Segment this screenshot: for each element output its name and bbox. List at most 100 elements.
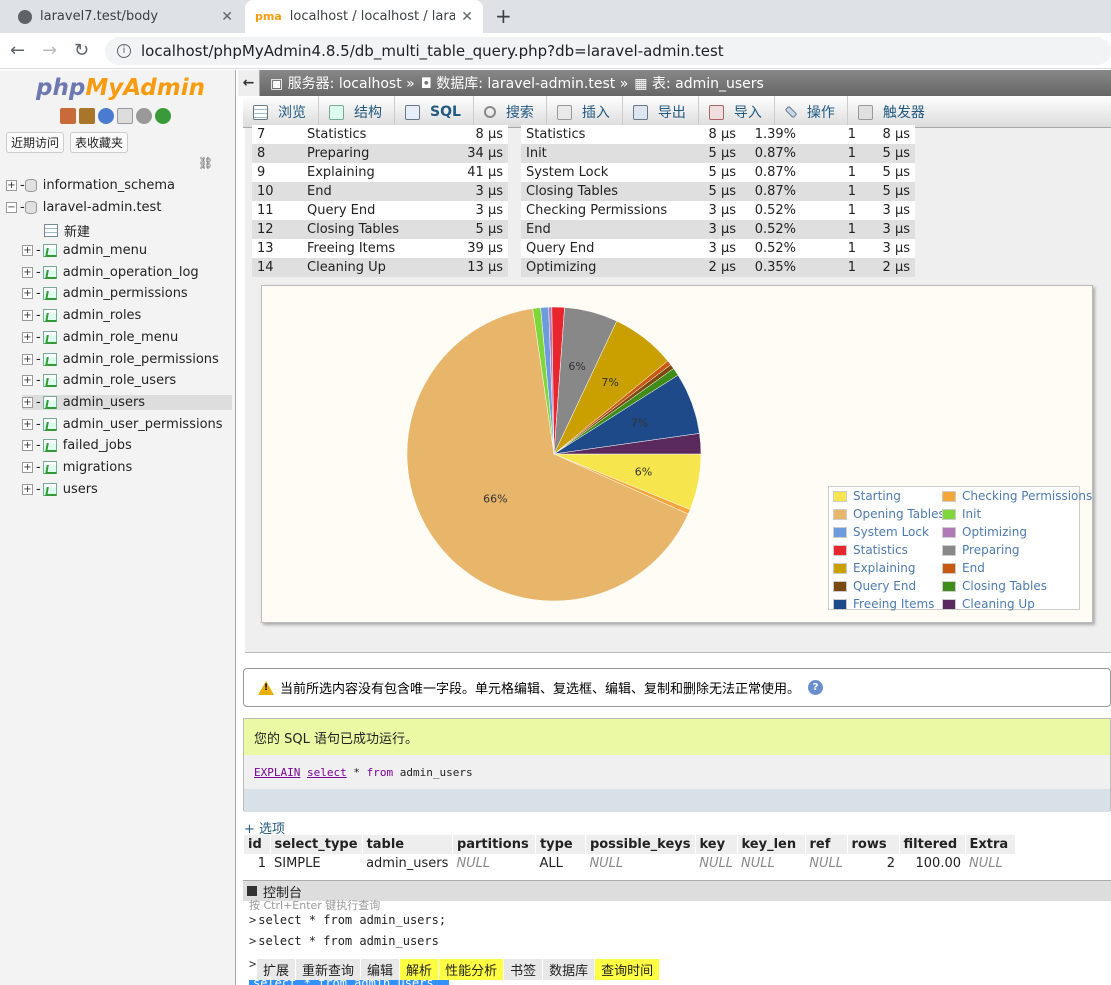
- legend-item[interactable]: Freeing Items: [833, 597, 934, 611]
- legend-item[interactable]: Opening Tables: [833, 507, 945, 521]
- logout-icon[interactable]: [79, 108, 95, 124]
- column-header[interactable]: Extra: [965, 835, 1016, 854]
- console-selected-query[interactable]: select * from admin_users: [249, 976, 449, 985]
- expand-icon[interactable]: +: [22, 353, 33, 365]
- table-item-admin-operation-log[interactable]: + - admin_operation_log: [22, 265, 232, 280]
- tab-structure[interactable]: 结构: [319, 96, 395, 128]
- url-field[interactable]: i localhost/phpMyAdmin4.8.5/db_multi_tab…: [105, 37, 1111, 65]
- console-action[interactable]: 数据库: [543, 959, 596, 980]
- column-header[interactable]: rows: [847, 835, 900, 854]
- column-header[interactable]: type: [535, 835, 586, 854]
- sql-keyword[interactable]: EXPLAIN: [254, 766, 300, 779]
- sql-keyword[interactable]: select: [307, 766, 347, 779]
- refresh-icon[interactable]: [155, 108, 171, 124]
- legend-item[interactable]: Closing Tables: [942, 579, 1047, 593]
- expand-icon[interactable]: +: [22, 396, 33, 408]
- tab-search[interactable]: 搜索: [474, 96, 547, 128]
- legend-item[interactable]: Optimizing: [942, 525, 1027, 539]
- legend-item[interactable]: Explaining: [833, 561, 915, 575]
- tab-operations[interactable]: 操作: [775, 96, 848, 128]
- table-item-failed-jobs[interactable]: + - failed_jobs: [22, 438, 232, 453]
- legend-item[interactable]: Init: [942, 507, 981, 521]
- expand-icon[interactable]: +: [22, 483, 33, 495]
- console-action[interactable]: 书签: [504, 959, 544, 980]
- table-item-migrations[interactable]: + - migrations: [22, 460, 232, 475]
- gear-icon[interactable]: [136, 108, 152, 124]
- recent-button[interactable]: 近期访问: [6, 132, 65, 153]
- link-icon[interactable]: ⛓: [198, 156, 213, 170]
- column-header[interactable]: select_type: [270, 835, 363, 854]
- console-action[interactable]: 性能分析: [439, 959, 505, 980]
- home-icon[interactable]: [60, 108, 76, 124]
- expand-icon[interactable]: +: [22, 288, 33, 300]
- column-header[interactable]: possible_keys: [585, 835, 696, 854]
- expand-icon[interactable]: +: [22, 375, 33, 387]
- expand-icon[interactable]: +: [22, 331, 33, 343]
- legend-item[interactable]: Query End: [833, 579, 916, 593]
- tab-browse[interactable]: 浏览: [243, 96, 319, 128]
- column-header[interactable]: key_len: [737, 835, 806, 854]
- console-history-line[interactable]: > select * from admin_users: [249, 934, 439, 948]
- column-header[interactable]: ref: [805, 835, 848, 854]
- table-item-admin-permissions[interactable]: + - admin_permissions: [22, 286, 232, 301]
- legend-item[interactable]: Checking Permissions: [942, 489, 1092, 503]
- column-header[interactable]: id: [244, 835, 271, 854]
- console-history-line[interactable]: > select * from admin_users;: [249, 913, 446, 927]
- legend-item[interactable]: Starting: [833, 489, 901, 503]
- browser-tab-phpmyadmin[interactable]: pma localhost / localhost / laravel-a ✕: [245, 0, 483, 33]
- help-icon[interactable]: ?: [808, 680, 824, 695]
- column-header[interactable]: key: [695, 835, 738, 854]
- table-item-admin-role-menu[interactable]: + - admin_role_menu: [22, 330, 232, 345]
- column-header[interactable]: partitions: [452, 835, 536, 854]
- table-item-admin-user-permissions[interactable]: + - admin_user_permissions: [22, 417, 232, 432]
- close-icon[interactable]: ✕: [461, 9, 473, 25]
- breadcrumb-server[interactable]: ▣ 服务器: localhost »: [270, 73, 415, 93]
- back-icon[interactable]: ←: [10, 40, 25, 61]
- column-header[interactable]: filtered: [899, 835, 966, 854]
- legend-item[interactable]: End: [942, 561, 985, 575]
- table-item-admin-menu[interactable]: + - admin_menu: [22, 243, 232, 258]
- collapse-nav-button[interactable]: ←: [238, 70, 260, 96]
- browser-tab-laravel[interactable]: laravel7.test/body ✕: [8, 0, 243, 33]
- tab-export[interactable]: 导出: [623, 96, 699, 128]
- summary-calls: 1: [801, 182, 861, 201]
- docs-icon[interactable]: [117, 108, 133, 124]
- phpmyadmin-logo[interactable]: phpMyAdmin: [36, 75, 205, 101]
- breadcrumb-table[interactable]: ▦ 表: admin_users: [634, 73, 764, 93]
- table-item-admin-users[interactable]: + - admin_users: [22, 394, 232, 410]
- console-action[interactable]: 查询时间: [595, 959, 661, 980]
- breadcrumb-database[interactable]: ◘ 数据库: laravel-admin.test »: [421, 73, 629, 93]
- table-item-admin-role-permissions[interactable]: + - admin_role_permissions: [22, 352, 232, 367]
- expand-icon[interactable]: +: [6, 180, 17, 191]
- help-icon[interactable]: [98, 108, 114, 124]
- legend-item[interactable]: System Lock: [833, 525, 929, 539]
- forward-icon[interactable]: →: [42, 40, 57, 61]
- reload-icon[interactable]: ↻: [74, 40, 89, 61]
- collapse-icon[interactable]: −: [6, 202, 17, 213]
- legend-item[interactable]: Cleaning Up: [942, 597, 1035, 611]
- expand-icon[interactable]: +: [22, 245, 33, 256]
- tab-sql[interactable]: SQL: [395, 96, 474, 128]
- tab-triggers[interactable]: 触发器: [848, 96, 937, 128]
- legend-item[interactable]: Preparing: [942, 543, 1020, 557]
- tab-insert[interactable]: 插入: [547, 96, 623, 128]
- close-icon[interactable]: ✕: [221, 9, 233, 25]
- expand-icon[interactable]: +: [22, 310, 33, 322]
- legend-item[interactable]: Statistics: [833, 543, 908, 557]
- expand-icon[interactable]: +: [22, 462, 33, 473]
- table-item-admin-roles[interactable]: + - admin_roles: [22, 308, 232, 323]
- new-table-item[interactable]: 新建: [44, 221, 90, 240]
- db-item-laravel-admin[interactable]: − - laravel-admin.test: [6, 200, 161, 215]
- favorites-button[interactable]: 表收藏夹: [70, 132, 129, 153]
- legend-label: Optimizing: [962, 525, 1027, 539]
- expand-icon[interactable]: +: [22, 418, 33, 430]
- db-item-information-schema[interactable]: + - information_schema: [6, 178, 175, 193]
- info-icon[interactable]: i: [117, 44, 131, 58]
- table-item-users[interactable]: + - users: [22, 482, 232, 497]
- expand-icon[interactable]: +: [22, 266, 33, 278]
- new-tab-button[interactable]: +: [495, 4, 512, 28]
- column-header[interactable]: table: [362, 835, 453, 854]
- tab-import[interactable]: 导入: [699, 96, 775, 128]
- table-item-admin-role-users[interactable]: + - admin_role_users: [22, 373, 232, 388]
- expand-icon[interactable]: +: [22, 440, 33, 452]
